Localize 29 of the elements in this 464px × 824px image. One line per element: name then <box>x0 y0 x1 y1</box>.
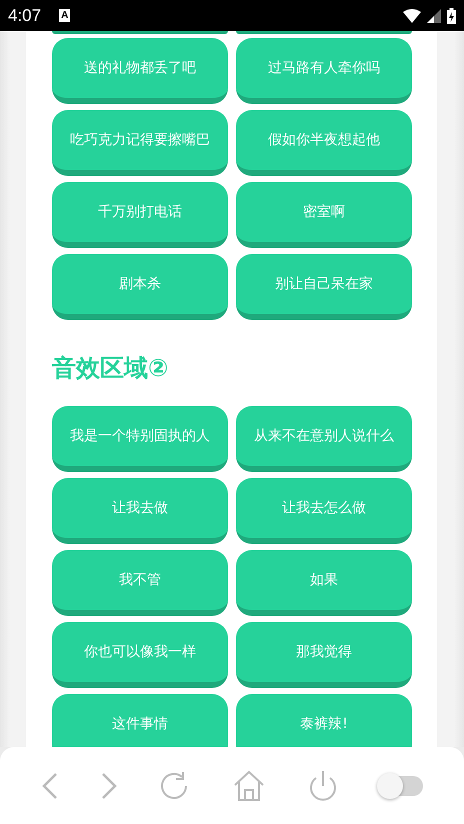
power-icon[interactable] <box>308 770 338 802</box>
notification-icon: A <box>59 9 70 22</box>
home-icon[interactable] <box>232 770 264 802</box>
battery-icon <box>447 8 456 24</box>
sound-button[interactable]: 那我觉得 <box>236 622 412 688</box>
section-heading: 音效区域② <box>52 353 170 384</box>
sound-button[interactable]: 我不管 <box>52 550 228 616</box>
sound-button[interactable]: 千万别打电话 <box>52 182 228 248</box>
sound-button[interactable]: 你也可以像我一样 <box>52 622 228 688</box>
sound-button[interactable]: 如果 <box>236 550 412 616</box>
sound-button[interactable]: 这件事情 <box>52 694 228 747</box>
sound-button[interactable]: 密室啊 <box>236 182 412 248</box>
sound-button[interactable]: 剧本杀 <box>52 254 228 320</box>
sound-button[interactable]: 从来不在意别人说什么 <box>236 406 412 472</box>
signal-icon <box>427 8 441 22</box>
sound-button[interactable]: 假如你半夜想起他 <box>236 110 412 176</box>
sound-button[interactable]: 让我去做 <box>52 478 228 544</box>
sound-button[interactable]: 别让自己呆在家 <box>236 254 412 320</box>
sound-button[interactable]: 吃巧克力记得要擦嘴巴 <box>52 110 228 176</box>
sound-button[interactable]: 让我去怎么做 <box>236 478 412 544</box>
sound-button[interactable]: 送的礼物都丢了吧 <box>52 38 228 104</box>
sound-button[interactable]: 过马路有人牵你吗 <box>236 38 412 104</box>
wifi-icon <box>403 8 421 22</box>
sound-button[interactable]: 泰裤辣! <box>236 694 412 747</box>
status-time: 4:07 <box>8 6 42 26</box>
sound-button[interactable]: 我是一个特别固执的人 <box>52 406 228 472</box>
back-icon[interactable] <box>42 772 58 800</box>
forward-icon[interactable] <box>100 772 116 800</box>
refresh-icon[interactable] <box>160 770 190 800</box>
